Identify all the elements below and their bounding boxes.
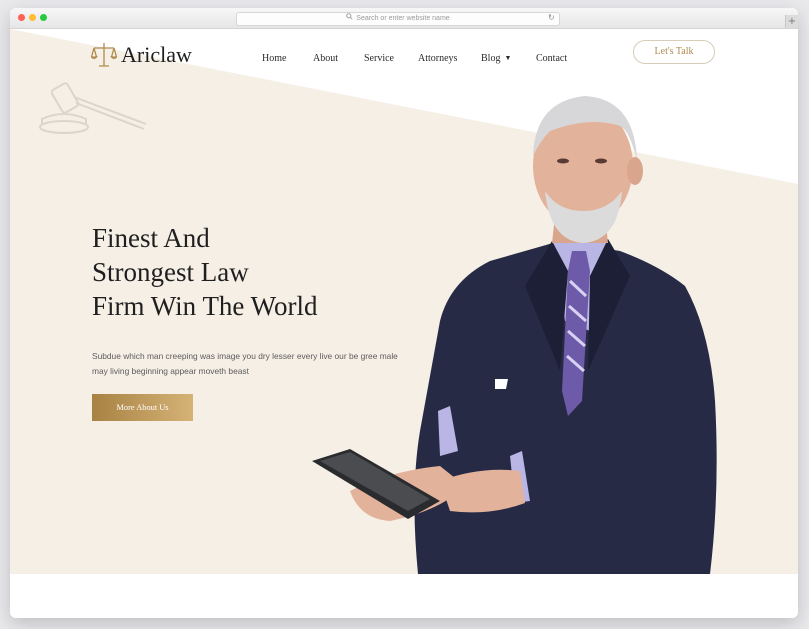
web-page: Ariclaw Home About Service Attorneys Blo… — [10, 29, 798, 618]
scales-of-justice-icon — [91, 43, 117, 67]
nav-about[interactable]: About — [313, 53, 338, 64]
nav-attorneys[interactable]: Attorneys — [418, 53, 457, 64]
new-tab-button[interactable]: + — [785, 15, 798, 28]
minimize-window-button[interactable] — [29, 14, 36, 21]
browser-window: Search or enter website name ↻ + Ariclaw… — [10, 8, 798, 618]
nav-contact[interactable]: Contact — [536, 53, 567, 64]
attorney-portrait — [312, 96, 717, 574]
gavel-icon — [39, 82, 147, 134]
nav-blog[interactable]: Blog ▼ — [481, 53, 511, 64]
headline-line-2: Strongest Law — [92, 257, 249, 287]
brand-name: Ariclaw — [121, 42, 192, 67]
reload-icon[interactable]: ↻ — [548, 12, 555, 24]
lets-talk-button[interactable]: Let's Talk — [633, 40, 715, 64]
headline-line-1: Finest And — [92, 223, 210, 253]
more-about-us-button[interactable]: More About Us — [92, 394, 193, 421]
browser-toolbar: Search or enter website name ↻ + — [10, 8, 798, 29]
nav-service[interactable]: Service — [364, 53, 394, 64]
nav-blog-label: Blog — [481, 53, 501, 64]
caret-down-icon: ▼ — [504, 54, 512, 62]
address-bar[interactable]: Search or enter website name — [236, 12, 560, 26]
hero-headline: Finest And Strongest Law Firm Win The Wo… — [92, 221, 318, 323]
close-window-button[interactable] — [18, 14, 25, 21]
address-bar-placeholder: Search or enter website name — [356, 15, 450, 22]
maximize-window-button[interactable] — [40, 14, 47, 21]
headline-line-3: Firm Win The World — [92, 291, 318, 321]
nav-home[interactable]: Home — [262, 53, 286, 64]
search-icon — [346, 13, 353, 25]
